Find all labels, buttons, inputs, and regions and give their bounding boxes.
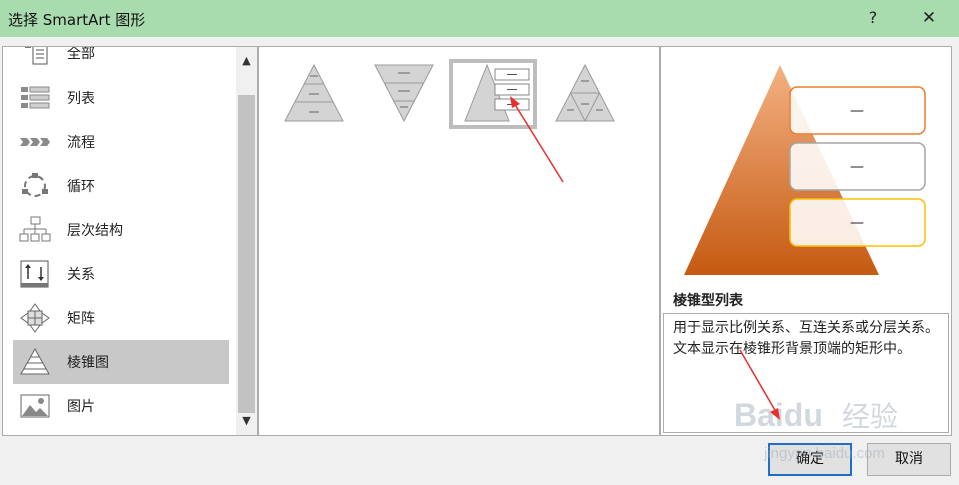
- title-bar: 选择 SmartArt 图形 ? ✕: [0, 0, 959, 37]
- description-box: 用于显示比例关系、互连关系或分层关系。文本显示在棱锥形背景顶端的矩形中。: [663, 313, 949, 433]
- category-label: 流程: [67, 135, 95, 151]
- layout-inverted-pyramid[interactable]: [359, 59, 447, 129]
- hierarchy-icon: [19, 216, 51, 242]
- picture-icon: [20, 394, 50, 418]
- category-item-pyramid[interactable]: 棱锥图: [13, 340, 229, 384]
- scroll-down-icon[interactable]: ▼: [236, 409, 257, 433]
- category-label: 层次结构: [67, 223, 123, 239]
- help-button[interactable]: ?: [860, 5, 886, 31]
- list-icon: [21, 86, 50, 109]
- category-label: 循环: [67, 179, 95, 195]
- inverted-pyramid-icon: [374, 64, 434, 123]
- category-list: 全部 列表 流程 循环 层次结构 关系 矩阵 棱锥图 图片: [3, 47, 236, 435]
- all-icon: [25, 47, 48, 65]
- category-item-all[interactable]: 全部: [13, 46, 229, 75]
- category-panel: 全部 列表 流程 循环 层次结构 关系 矩阵 棱锥图 图片 ▲ ▼: [2, 46, 258, 436]
- basic-pyramid-icon: [284, 63, 344, 122]
- category-item-relationship[interactable]: 关系: [13, 252, 229, 296]
- category-item-cycle[interactable]: 循环: [13, 164, 229, 208]
- category-label: 棱锥图: [67, 355, 109, 371]
- layout-segmented-pyramid[interactable]: [541, 59, 629, 129]
- ok-button[interactable]: 确定: [768, 443, 852, 476]
- category-item-picture[interactable]: 图片: [13, 384, 229, 428]
- category-label: 图片: [67, 399, 95, 415]
- category-item-process[interactable]: 流程: [13, 120, 229, 164]
- pyramid-icon: [20, 347, 50, 375]
- matrix-icon: [20, 303, 50, 333]
- close-button[interactable]: ✕: [912, 5, 946, 31]
- pyramid-list-icon: [464, 63, 530, 122]
- process-icon: [20, 138, 50, 146]
- category-label: 矩阵: [67, 311, 95, 327]
- preview-image: — — —: [684, 65, 926, 275]
- category-label: 列表: [67, 91, 95, 107]
- preview-panel: — — — 棱锥型列表 用于显示比例关系、互连关系或分层关系。文本显示在棱锥形背…: [660, 46, 952, 436]
- layout-basic-pyramid[interactable]: [271, 59, 359, 129]
- category-item-matrix[interactable]: 矩阵: [13, 296, 229, 340]
- layout-pyramid-list[interactable]: [449, 59, 537, 129]
- relationship-icon: [20, 260, 49, 288]
- scroll-up-icon[interactable]: ▲: [236, 49, 257, 73]
- cycle-icon: [22, 173, 48, 197]
- category-label: 关系: [67, 267, 95, 283]
- category-scrollbar[interactable]: ▲ ▼: [236, 47, 257, 435]
- layout-title: 棱锥型列表: [673, 293, 743, 309]
- preview-box-1-text: —: [850, 103, 864, 119]
- dialog-title: 选择 SmartArt 图形: [8, 11, 146, 29]
- segmented-pyramid-icon: [555, 63, 615, 122]
- category-item-hierarchy[interactable]: 层次结构: [13, 208, 229, 252]
- layout-description: 用于显示比例关系、互连关系或分层关系。文本显示在棱锥形背景顶端的矩形中。: [673, 320, 939, 357]
- scroll-thumb[interactable]: [238, 95, 255, 413]
- cancel-button[interactable]: 取消: [867, 443, 951, 476]
- layout-gallery: [258, 46, 660, 436]
- category-label: 全部: [67, 46, 95, 62]
- preview-box-3-text: —: [850, 215, 864, 231]
- preview-box-2-text: —: [850, 159, 864, 175]
- category-item-list[interactable]: 列表: [13, 76, 229, 120]
